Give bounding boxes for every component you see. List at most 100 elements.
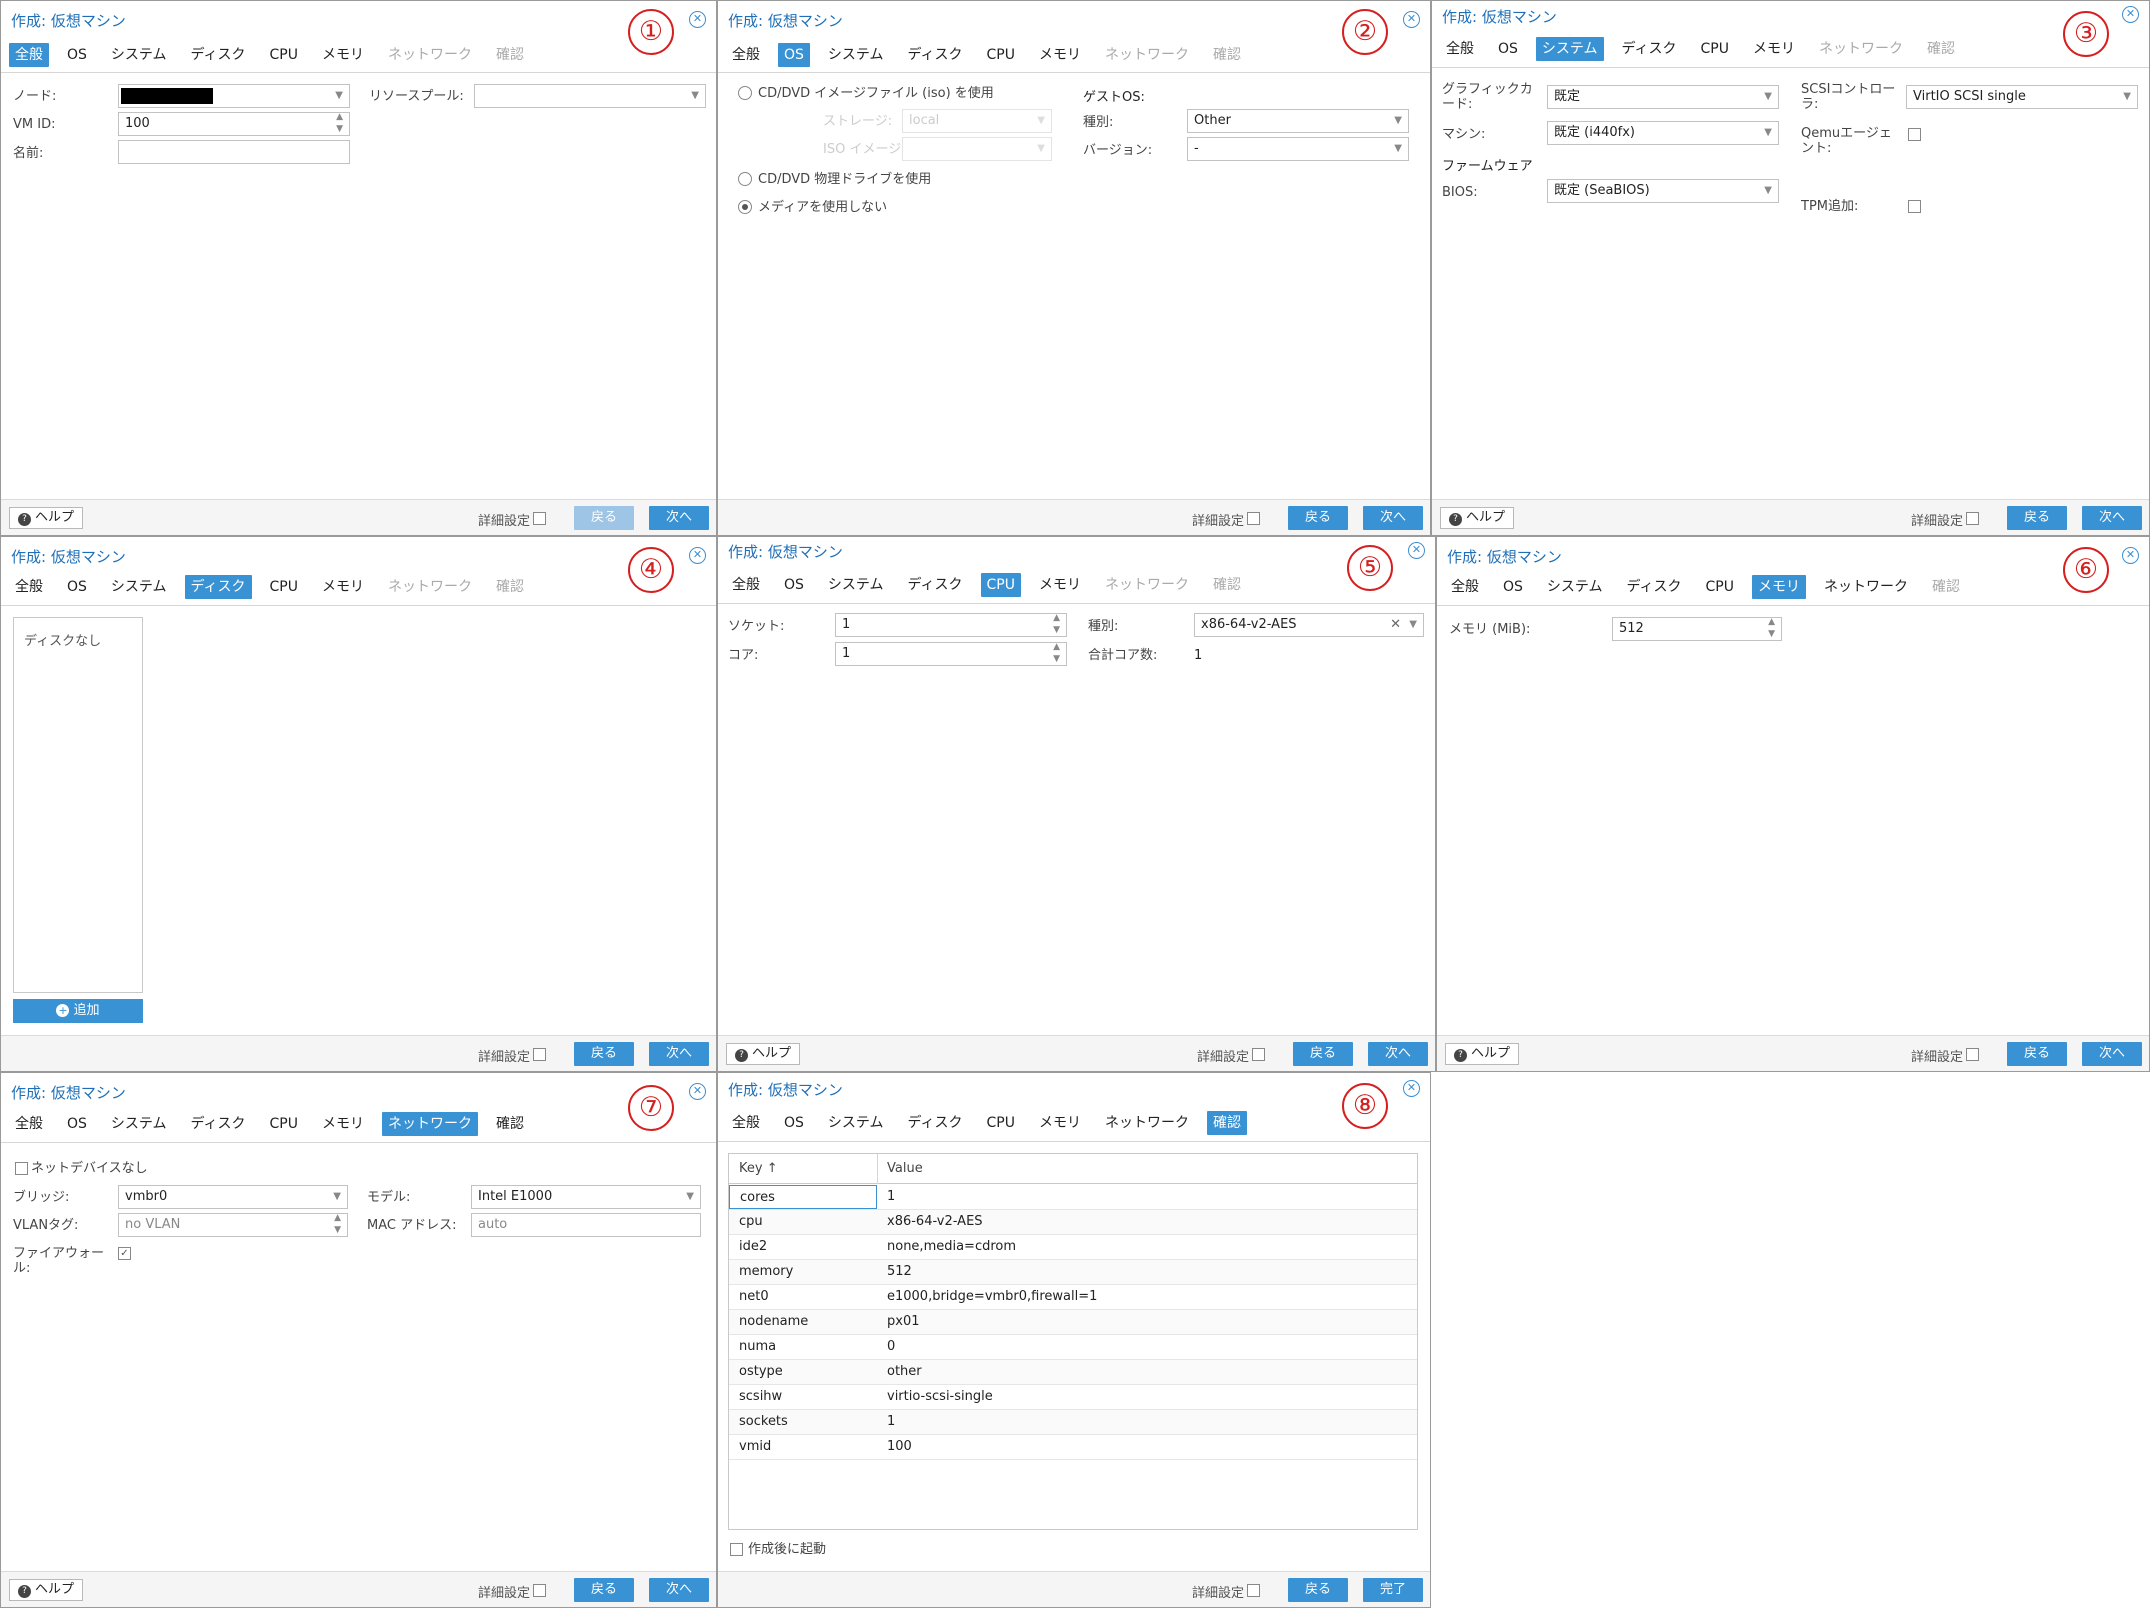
finish-button[interactable]: 完了 bbox=[1363, 1578, 1423, 1602]
table-row[interactable]: net0 e1000,bridge=vmbr0,firewall=1 bbox=[729, 1285, 1417, 1310]
back-button[interactable]: 戻る bbox=[2007, 506, 2067, 530]
disk-list[interactable]: ディスクなし bbox=[13, 617, 143, 993]
next-button[interactable]: 次へ bbox=[649, 1042, 709, 1066]
tab-general[interactable]: 全般 bbox=[9, 43, 49, 67]
help-button[interactable]: ? ヘルプ bbox=[9, 507, 84, 529]
advanced-checkbox[interactable] bbox=[533, 1584, 546, 1597]
iso-radio[interactable] bbox=[738, 86, 752, 100]
tab-memory[interactable]: メモリ bbox=[1033, 573, 1087, 597]
table-row[interactable]: scsihw virtio-scsi-single bbox=[729, 1385, 1417, 1410]
qemu-agent-checkbox[interactable] bbox=[1908, 128, 1921, 141]
tab-system[interactable]: システム bbox=[822, 573, 890, 597]
no-media-radio[interactable] bbox=[738, 200, 752, 214]
machine-select[interactable]: 既定 (i440fx) ▼ bbox=[1547, 121, 1779, 145]
tab-memory[interactable]: メモリ bbox=[1747, 37, 1801, 61]
tab-cpu[interactable]: CPU bbox=[980, 573, 1021, 597]
table-row[interactable]: ostype other bbox=[729, 1360, 1417, 1385]
core-field[interactable]: 1 ▲ ▼ bbox=[835, 642, 1067, 666]
close-icon[interactable]: ✕ bbox=[689, 11, 706, 28]
tab-memory[interactable]: メモリ bbox=[316, 1112, 370, 1136]
tab-confirm[interactable]: 確認 bbox=[1207, 1111, 1247, 1135]
tab-general[interactable]: 全般 bbox=[9, 1112, 49, 1136]
close-icon[interactable]: ✕ bbox=[689, 1083, 706, 1100]
next-button[interactable]: 次へ bbox=[2082, 1042, 2142, 1066]
tab-disk[interactable]: ディスク bbox=[1621, 575, 1688, 599]
tab-memory[interactable]: メモリ bbox=[316, 43, 370, 67]
back-button[interactable]: 戻る bbox=[1293, 1042, 1353, 1066]
tab-memory[interactable]: メモリ bbox=[1033, 1111, 1087, 1135]
tab-general[interactable]: 全般 bbox=[726, 43, 766, 67]
back-button[interactable]: 戻る bbox=[574, 1042, 634, 1066]
close-icon[interactable]: ✕ bbox=[2122, 547, 2139, 564]
tab-network[interactable]: ネットワーク bbox=[1099, 1111, 1195, 1135]
tab-os[interactable]: OS bbox=[61, 1112, 93, 1136]
next-button[interactable]: 次へ bbox=[1368, 1042, 1428, 1066]
help-button[interactable]: ? ヘルプ bbox=[1445, 1043, 1520, 1065]
close-icon[interactable]: ✕ bbox=[2122, 6, 2139, 23]
model-select[interactable]: Intel E1000 ▼ bbox=[471, 1185, 701, 1209]
tab-disk[interactable]: ディスク bbox=[902, 1111, 969, 1135]
tab-disk[interactable]: ディスク bbox=[902, 573, 969, 597]
no-net-device-checkbox[interactable] bbox=[15, 1162, 28, 1175]
start-after-checkbox[interactable] bbox=[730, 1543, 743, 1556]
back-button[interactable]: 戻る bbox=[1288, 506, 1348, 530]
tab-system[interactable]: システム bbox=[822, 43, 890, 67]
vlan-field[interactable]: no VLAN ▲ ▼ bbox=[118, 1213, 348, 1237]
tab-os[interactable]: OS bbox=[61, 575, 93, 599]
graphics-select[interactable]: 既定 ▼ bbox=[1547, 85, 1779, 109]
tab-system[interactable]: システム bbox=[105, 575, 173, 599]
bios-select[interactable]: 既定 (SeaBIOS) ▼ bbox=[1547, 179, 1779, 203]
table-row[interactable]: numa 0 bbox=[729, 1335, 1417, 1360]
pool-select[interactable]: ▼ bbox=[474, 84, 706, 108]
close-icon[interactable]: ✕ bbox=[689, 547, 706, 564]
tab-memory[interactable]: メモリ bbox=[1752, 575, 1806, 599]
bridge-select[interactable]: vmbr0 ▼ bbox=[118, 1185, 348, 1209]
tab-cpu[interactable]: CPU bbox=[1700, 575, 1740, 599]
tab-cpu[interactable]: CPU bbox=[264, 43, 304, 67]
tab-cpu[interactable]: CPU bbox=[981, 43, 1021, 67]
tab-cpu[interactable]: CPU bbox=[981, 1111, 1021, 1135]
name-field[interactable] bbox=[118, 140, 350, 164]
tab-system[interactable]: システム bbox=[1535, 37, 1604, 61]
tab-general[interactable]: 全般 bbox=[726, 1111, 766, 1135]
table-row[interactable]: memory 512 bbox=[729, 1260, 1417, 1285]
os-type-select[interactable]: Other ▼ bbox=[1187, 109, 1409, 133]
node-select[interactable]: ▼ bbox=[118, 84, 350, 108]
socket-field[interactable]: 1 ▲ ▼ bbox=[835, 613, 1067, 637]
tab-memory[interactable]: メモリ bbox=[1033, 43, 1087, 67]
tab-general[interactable]: 全般 bbox=[1440, 37, 1480, 61]
tab-disk[interactable]: ディスク bbox=[902, 43, 969, 67]
advanced-checkbox[interactable] bbox=[1252, 1048, 1265, 1061]
advanced-checkbox[interactable] bbox=[1247, 1584, 1260, 1597]
tpm-checkbox[interactable] bbox=[1908, 200, 1921, 213]
tab-os[interactable]: OS bbox=[1492, 37, 1524, 61]
advanced-checkbox[interactable] bbox=[533, 1048, 546, 1061]
advanced-checkbox[interactable] bbox=[1966, 1048, 1979, 1061]
firewall-checkbox[interactable]: ✓ bbox=[118, 1247, 131, 1260]
table-row[interactable]: nodename px01 bbox=[729, 1310, 1417, 1335]
tab-confirm[interactable]: 確認 bbox=[490, 1112, 530, 1136]
tab-general[interactable]: 全般 bbox=[1445, 575, 1485, 599]
next-button[interactable]: 次へ bbox=[649, 1578, 709, 1602]
advanced-checkbox[interactable] bbox=[533, 512, 546, 525]
vmid-field[interactable]: 100 ▲ ▼ bbox=[118, 112, 350, 136]
close-icon[interactable]: ✕ bbox=[1408, 542, 1425, 559]
tab-general[interactable]: 全般 bbox=[9, 575, 49, 599]
tab-cpu[interactable]: CPU bbox=[264, 575, 304, 599]
next-button[interactable]: 次へ bbox=[649, 506, 709, 530]
tab-os[interactable]: OS bbox=[778, 43, 810, 67]
memory-field[interactable]: 512 ▲ ▼ bbox=[1612, 617, 1782, 641]
close-icon[interactable]: ✕ bbox=[1403, 11, 1420, 28]
back-button[interactable]: 戻る bbox=[1288, 1578, 1348, 1602]
back-button[interactable]: 戻る bbox=[574, 1578, 634, 1602]
tab-network[interactable]: ネットワーク bbox=[382, 1112, 478, 1136]
key-column-header[interactable]: Key ↑ bbox=[729, 1154, 877, 1184]
physical-drive-radio[interactable] bbox=[738, 172, 752, 186]
tab-system[interactable]: システム bbox=[1541, 575, 1609, 599]
tab-os[interactable]: OS bbox=[778, 1111, 810, 1135]
clear-icon[interactable]: ✕ bbox=[1390, 614, 1401, 636]
tab-system[interactable]: システム bbox=[822, 1111, 890, 1135]
tab-system[interactable]: システム bbox=[105, 43, 173, 67]
tab-general[interactable]: 全般 bbox=[726, 573, 766, 597]
tab-os[interactable]: OS bbox=[1497, 575, 1529, 599]
